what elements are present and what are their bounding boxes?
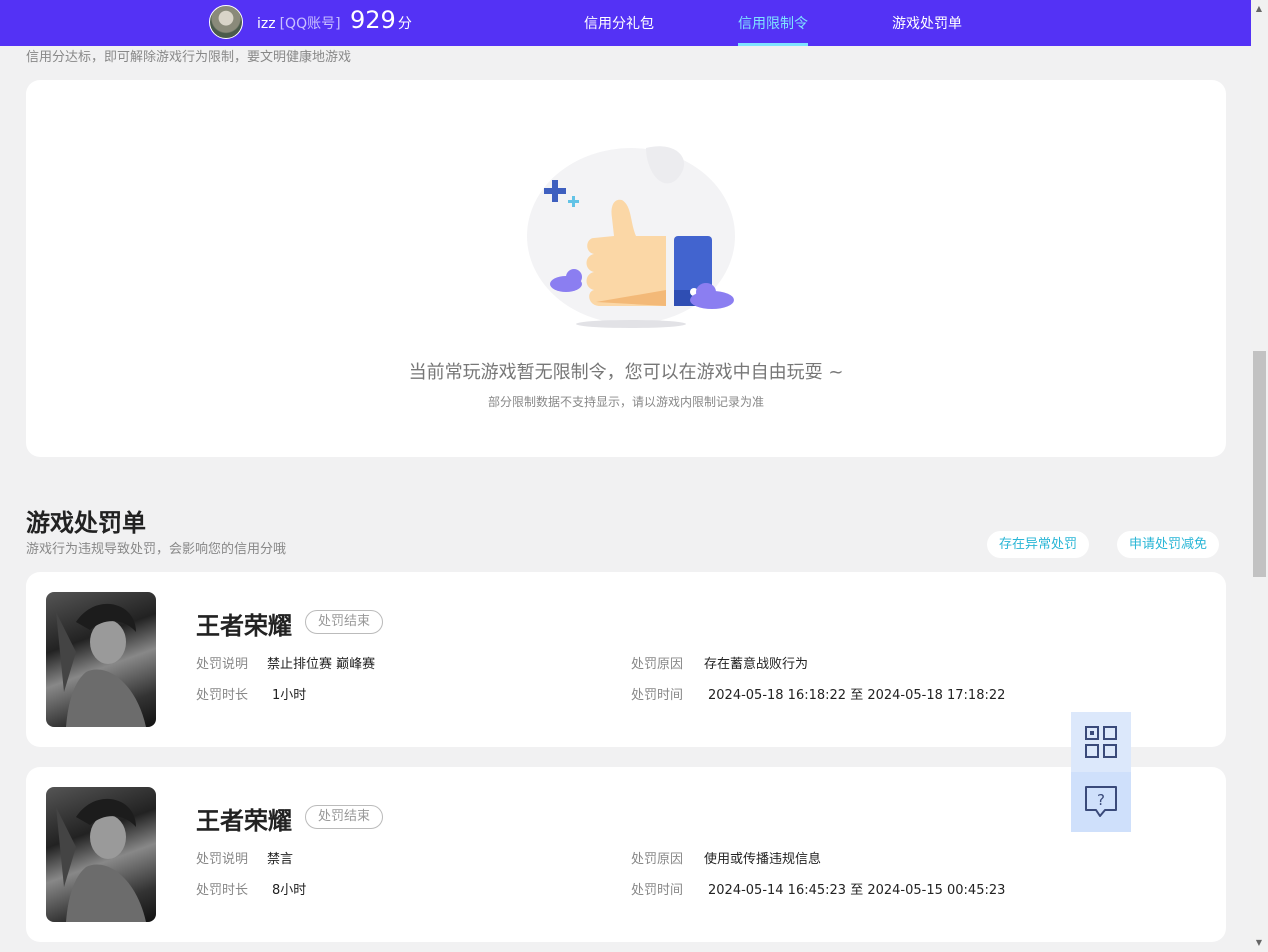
credit-score: 929 分 bbox=[350, 6, 412, 34]
penalty-desc-label: 处罚说明 bbox=[196, 657, 249, 672]
penalty-time-label: 处罚时间 bbox=[631, 688, 684, 703]
restriction-subtitle: 信用分达标，即可解除游戏行为限制，要文明健康地游戏 bbox=[26, 50, 352, 65]
penalty-time-value: 2024-05-18 16:18:22 至 2024-05-18 17:18:2… bbox=[708, 688, 1006, 703]
help-button[interactable]: ? bbox=[1071, 772, 1131, 832]
game-hero-image bbox=[46, 592, 156, 727]
penalty-reason-label: 处罚原因 bbox=[631, 852, 684, 867]
abnormal-penalty-button[interactable]: 存在异常处罚 bbox=[987, 531, 1090, 558]
score-value: 929 bbox=[350, 6, 396, 34]
penalty-desc-label: 处罚说明 bbox=[196, 852, 249, 867]
game-name: 王者荣耀 bbox=[196, 612, 292, 640]
penalty-reason-value: 使用或传播违规信息 bbox=[704, 852, 822, 867]
penalty-card: 王者荣耀 处罚结束 处罚说明 禁言 处罚时长 8小时 处罚原因 使用或传播违规信… bbox=[26, 767, 1226, 942]
penalty-card: 王者荣耀 处罚结束 处罚说明 禁止排位赛 巅峰赛 处罚时长 1小时 处罚原因 存… bbox=[26, 572, 1226, 747]
account-type: [QQ账号] bbox=[279, 16, 341, 32]
nav-active-indicator bbox=[738, 43, 808, 46]
top-header: izz [QQ账号] 929 分 信用分礼包 信用限制令 游戏处罚单 bbox=[0, 0, 1251, 46]
scroll-up-icon[interactable]: ▲ bbox=[1254, 4, 1264, 14]
penalty-status-badge: 处罚结束 bbox=[305, 805, 384, 829]
penalty-section-title: 游戏处罚单 bbox=[26, 509, 146, 537]
appeal-penalty-button[interactable]: 申请处罚减免 bbox=[1117, 531, 1220, 558]
qr-code-button[interactable] bbox=[1071, 712, 1131, 772]
scrollbar-thumb[interactable] bbox=[1253, 351, 1266, 577]
empty-state-title: 当前常玩游戏暂无限制令，您可以在游戏中自由玩耍 ~ bbox=[408, 362, 844, 383]
score-unit: 分 bbox=[397, 16, 412, 32]
qr-code-icon bbox=[1085, 726, 1117, 758]
penalty-duration-value: 1小时 bbox=[272, 688, 307, 703]
penalty-status-badge: 处罚结束 bbox=[305, 610, 384, 634]
penalty-desc-value: 禁止排位赛 巅峰赛 bbox=[267, 657, 376, 672]
nav-credit-gift[interactable]: 信用分礼包 bbox=[584, 13, 654, 33]
avatar[interactable] bbox=[209, 5, 243, 39]
scroll-down-icon[interactable]: ▼ bbox=[1254, 938, 1264, 948]
restriction-empty-card: 当前常玩游戏暂无限制令，您可以在游戏中自由玩耍 ~ 部分限制数据不支持显示，请以… bbox=[26, 80, 1226, 457]
help-glyph: ? bbox=[1097, 791, 1105, 809]
nav-credit-restriction[interactable]: 信用限制令 bbox=[738, 13, 808, 33]
thumbs-up-illustration bbox=[527, 146, 735, 328]
help-chat-icon: ? bbox=[1085, 786, 1117, 817]
penalty-duration-label: 处罚时长 bbox=[196, 688, 249, 703]
penalty-duration-value: 8小时 bbox=[272, 883, 307, 898]
penalty-section-subtitle: 游戏行为违规导致处罚，会影响您的信用分哦 bbox=[26, 542, 287, 557]
penalty-time-label: 处罚时间 bbox=[631, 883, 684, 898]
penalty-duration-label: 处罚时长 bbox=[196, 883, 249, 898]
game-hero-image bbox=[46, 787, 156, 922]
game-name: 王者荣耀 bbox=[196, 807, 292, 835]
penalty-desc-value: 禁言 bbox=[267, 852, 294, 867]
nav-game-penalty[interactable]: 游戏处罚单 bbox=[892, 13, 962, 33]
empty-state-subtitle: 部分限制数据不支持显示，请以游戏内限制记录为准 bbox=[487, 395, 764, 409]
penalty-time-value: 2024-05-14 16:45:23 至 2024-05-15 00:45:2… bbox=[708, 883, 1006, 898]
penalty-reason-value: 存在蓄意战败行为 bbox=[704, 657, 809, 672]
user-name-area: izz [QQ账号] bbox=[257, 13, 341, 33]
username: izz bbox=[257, 16, 276, 32]
penalty-reason-label: 处罚原因 bbox=[631, 657, 684, 672]
